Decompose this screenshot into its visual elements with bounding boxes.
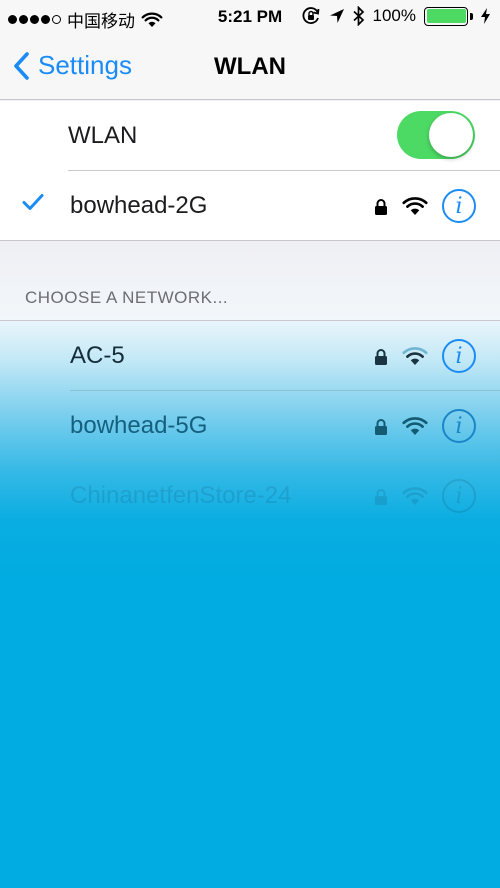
- lock-icon: [375, 198, 387, 215]
- info-button[interactable]: i: [442, 409, 476, 443]
- info-icon: i: [455, 193, 463, 219]
- connected-network-icons: i: [374, 189, 476, 223]
- section-header: CHOOSE A NETWORK...: [25, 288, 229, 307]
- info-icon: i: [455, 413, 463, 439]
- wlan-group: WLAN bowhead-2G i: [0, 101, 500, 241]
- info-icon: i: [455, 343, 463, 369]
- network-icons: i: [374, 409, 476, 443]
- network-name: AC-5: [70, 342, 125, 369]
- connected-network-name: bowhead-2G: [70, 192, 208, 219]
- status-right: 100%: [301, 6, 490, 26]
- wlan-toggle[interactable]: [397, 111, 475, 159]
- network-icons: i: [374, 339, 476, 373]
- network-icons: i: [374, 479, 476, 513]
- checkmark-icon: [22, 194, 44, 210]
- network-row[interactable]: ChinanetfenStore-24 i: [0, 461, 500, 531]
- info-button[interactable]: i: [442, 189, 476, 223]
- lock-icon: [375, 488, 387, 505]
- network-name: ChinanetfenStore-24: [70, 482, 292, 509]
- charging-icon: [481, 8, 490, 24]
- wlan-toggle-row: WLAN: [0, 101, 500, 171]
- network-row[interactable]: bowhead-5G i: [0, 391, 500, 461]
- connected-network-row[interactable]: bowhead-2G i: [0, 171, 500, 241]
- network-list: AC-5 i bowhead-5G i ChinanetfenStore-24 …: [0, 320, 500, 888]
- orientation-lock-icon: [302, 7, 319, 24]
- battery-icon: [424, 6, 473, 26]
- network-name: bowhead-5G: [70, 412, 208, 439]
- toggle-knob: [429, 113, 473, 157]
- bluetooth-icon: [352, 6, 364, 26]
- status-bar: 中国移动 5:21 PM 100%: [0, 0, 500, 34]
- navigation-bar: Settings WLAN: [0, 34, 500, 100]
- battery-fill: [426, 9, 466, 23]
- info-icon: i: [455, 483, 463, 509]
- wifi-icon: [402, 417, 428, 435]
- wifi-icon: [402, 197, 428, 215]
- lock-icon: [375, 418, 387, 435]
- page-title: WLAN: [214, 53, 286, 80]
- wlan-label: WLAN: [68, 122, 138, 149]
- info-button[interactable]: i: [442, 479, 476, 513]
- location-arrow-icon: [329, 9, 344, 23]
- wifi-icon: [402, 347, 428, 365]
- network-row[interactable]: AC-5 i: [0, 321, 500, 391]
- section-background: [0, 241, 500, 321]
- lock-icon: [375, 348, 387, 365]
- battery-percent: 100%: [372, 6, 416, 25]
- wifi-icon: [402, 487, 428, 505]
- info-button[interactable]: i: [442, 339, 476, 373]
